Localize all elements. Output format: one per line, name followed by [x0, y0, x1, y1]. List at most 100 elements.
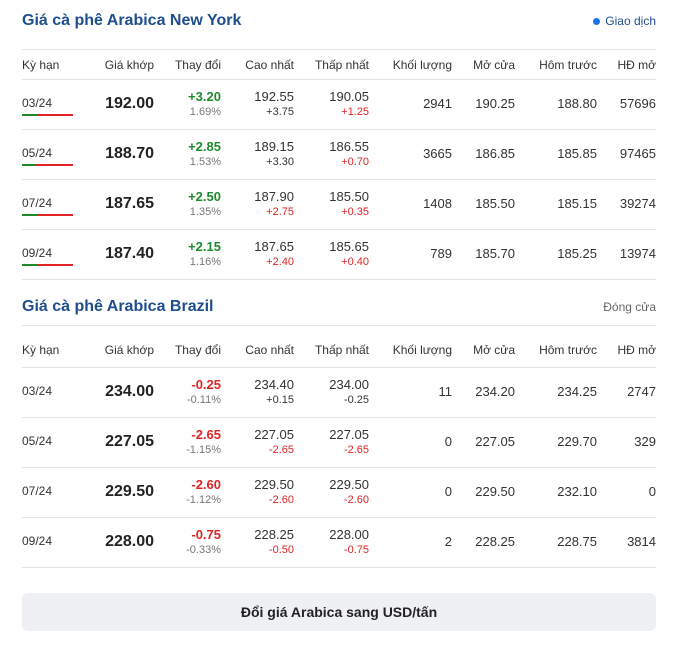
high-diff: -2.60: [268, 494, 294, 506]
low-diff: +0.40: [341, 256, 369, 268]
col-change: Thay đổi: [174, 58, 221, 72]
change-value: -0.25: [191, 377, 221, 392]
col-open: Mở cửa: [473, 343, 515, 357]
high-cell: 189.15 +3.30: [254, 138, 294, 170]
change-value: +2.85: [188, 139, 221, 154]
change-cell: +2.85 1.53%: [188, 138, 221, 170]
high-value: 228.25: [254, 527, 294, 542]
table-row[interactable]: 09/24 228.00 -0.75 -0.33% 228.25 -0.50 228…: [22, 518, 656, 568]
last-price: 234.00: [105, 383, 154, 400]
change-percent: -0.11%: [186, 394, 221, 406]
open-price: 229.50: [475, 484, 515, 499]
col-volume: Khối lượng: [392, 343, 452, 357]
change-cell: -0.25 -0.11%: [187, 376, 221, 408]
change-value: -0.75: [191, 527, 221, 542]
table-row[interactable]: 05/24 227.05 -2.65 -1.15% 227.05 -2.65 227…: [22, 418, 656, 468]
change-cell: +2.15 1.16%: [188, 238, 221, 270]
previous-close: 229.70: [557, 434, 597, 449]
high-cell: 227.05 -2.65: [254, 426, 294, 458]
live-dot-icon: [593, 17, 601, 25]
high-value: 192.55: [254, 89, 294, 104]
col-price: Giá khớp: [104, 343, 154, 357]
high-value: 227.05: [254, 427, 294, 442]
low-cell: 190.05 +1.25: [329, 88, 369, 120]
trading-status: Đóng cửa: [603, 300, 656, 314]
low-value: 227.05: [329, 427, 369, 442]
last-price: 227.05: [105, 433, 154, 450]
trading-status-label: Đóng cửa: [603, 300, 656, 314]
change-value: +2.50: [188, 189, 221, 204]
col-price: Giá khớp: [104, 58, 154, 72]
table-row[interactable]: 05/24 188.70 +2.85 1.53% 189.15 +3.30 186.…: [22, 130, 656, 180]
change-value: -2.65: [191, 427, 221, 442]
last-price: 188.70: [105, 145, 154, 162]
col-term: Kỳ hạn: [22, 58, 60, 72]
previous-close: 185.25: [557, 246, 597, 261]
high-cell: 187.65 +2.40: [254, 238, 294, 270]
volume: 2: [444, 534, 452, 549]
col-prev: Hôm trước: [539, 343, 597, 357]
high-diff: +2.40: [266, 256, 294, 268]
high-diff: +0.15: [266, 394, 294, 406]
high-cell: 187.90 +2.75: [254, 188, 294, 220]
high-diff: -0.50: [268, 544, 294, 556]
high-value: 187.65: [254, 239, 294, 254]
open-price: 227.05: [475, 434, 515, 449]
term: 09/24: [22, 246, 53, 260]
last-price: 228.00: [105, 533, 154, 550]
previous-close: 234.25: [557, 384, 597, 399]
open-interest: 3814: [627, 534, 656, 549]
change-cell: +3.20 1.69%: [188, 88, 221, 120]
open-interest: 57696: [619, 96, 656, 111]
volume: 0: [444, 484, 452, 499]
section-header: Giá cà phê Arabica New York Giao dịch: [22, 0, 656, 50]
term: 03/24: [22, 384, 53, 398]
change-cell: -2.60 -1.12%: [186, 476, 221, 508]
column-headers: Kỳ hạn Giá khớp Thay đổi Cao nhất Thấp n…: [22, 50, 656, 80]
low-diff: -0.75: [343, 544, 369, 556]
arabica-brazil-section: Giá cà phê Arabica Brazil Đóng cửa Kỳ hạ…: [22, 290, 656, 568]
col-open-interest: HĐ mở: [617, 58, 656, 72]
volume: 2941: [423, 96, 452, 111]
term: 05/24: [22, 434, 53, 448]
low-diff: +0.70: [341, 156, 369, 168]
table-row[interactable]: 07/24 229.50 -2.60 -1.12% 229.50 -2.60 229…: [22, 468, 656, 518]
low-value: 190.05: [329, 89, 369, 104]
open-price: 190.25: [475, 96, 515, 111]
open-price: 234.20: [475, 384, 515, 399]
table-row[interactable]: 03/24 234.00 -0.25 -0.11% 234.40 +0.15 234…: [22, 368, 656, 418]
open-interest: 0: [648, 484, 656, 499]
high-value: 229.50: [254, 477, 294, 492]
high-diff: -2.65: [268, 444, 294, 456]
previous-close: 185.15: [557, 196, 597, 211]
table-row[interactable]: 03/24 192.00 +3.20 1.69% 192.55 +3.75 190.…: [22, 80, 656, 130]
range-fill: [22, 164, 35, 166]
low-value: 228.00: [329, 527, 369, 542]
low-cell: 185.50 +0.35: [329, 188, 369, 220]
change-value: +3.20: [188, 89, 221, 104]
low-diff: +1.25: [341, 106, 369, 118]
open-price: 185.70: [475, 246, 515, 261]
last-price: 187.40: [105, 245, 154, 262]
high-diff: +3.30: [266, 156, 294, 168]
term: 03/24: [22, 96, 53, 110]
day-range-bar: [22, 164, 73, 166]
table-row[interactable]: 09/24 187.40 +2.15 1.16% 187.65 +2.40 185.…: [22, 230, 656, 280]
high-cell: 234.40 +0.15: [254, 376, 294, 408]
last-price: 229.50: [105, 483, 154, 500]
day-range-bar: [22, 114, 73, 116]
change-percent: 1.35%: [189, 206, 221, 218]
change-percent: 1.16%: [189, 256, 221, 268]
convert-to-usd-per-ton-button[interactable]: Đổi giá Arabica sang USD/tấn: [22, 593, 656, 631]
table-row[interactable]: 07/24 187.65 +2.50 1.35% 187.90 +2.75 185.…: [22, 180, 656, 230]
open-interest: 13974: [619, 246, 656, 261]
high-value: 234.40: [254, 377, 294, 392]
change-value: -2.60: [191, 477, 221, 492]
term: 09/24: [22, 534, 53, 548]
open-interest: 329: [634, 434, 656, 449]
col-volume: Khối lượng: [392, 58, 452, 72]
previous-close: 228.75: [557, 534, 597, 549]
term: 07/24: [22, 484, 53, 498]
change-cell: -0.75 -0.33%: [186, 526, 221, 558]
volume: 1408: [423, 196, 452, 211]
